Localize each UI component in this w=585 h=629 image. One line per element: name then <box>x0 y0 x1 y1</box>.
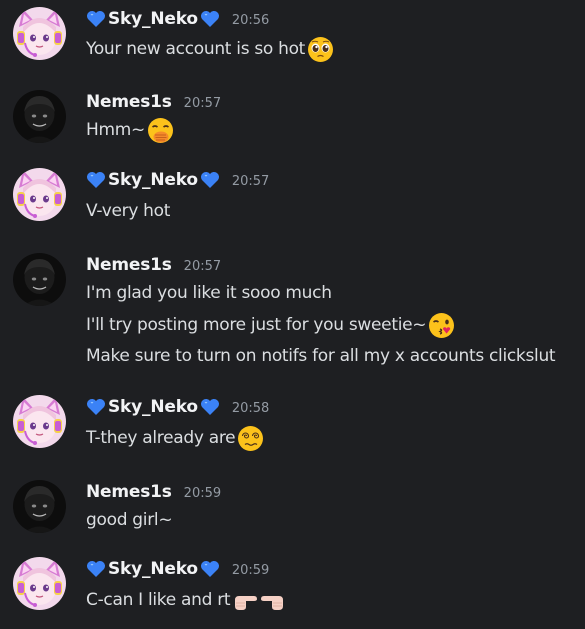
pleading-face-emoji <box>308 36 334 62</box>
blue-heart-icon <box>87 172 105 188</box>
avatar[interactable] <box>13 557 66 610</box>
message-content: good girl~ <box>86 510 173 530</box>
cat-ear-headset-avatar <box>13 395 66 448</box>
message-text: Your new account is so hot <box>86 36 334 62</box>
message-header: Sky_Neko 20:57 <box>86 168 269 192</box>
avatar[interactable] <box>13 480 66 533</box>
kissing-face-emoji <box>429 312 455 338</box>
message-text: I'll try posting more just for you sweet… <box>86 312 455 338</box>
message-text: Make sure to turn on notifs for all my x… <box>86 343 556 369</box>
chat-message-list: Sky_Neko 20:56 Your new account is so ho… <box>0 0 585 629</box>
message-text: C-can I like and rt <box>86 587 286 613</box>
blue-heart-icon <box>200 11 219 27</box>
blue-heart-icon <box>87 561 105 577</box>
message-content: C-can I like and rt <box>86 590 231 610</box>
blue-heart-icon <box>87 11 105 27</box>
username[interactable]: Sky_Neko <box>108 170 198 190</box>
message-content: V-very hot <box>86 201 171 221</box>
timestamp[interactable]: 20:57 <box>184 259 221 274</box>
avatar[interactable] <box>13 7 66 60</box>
dark-avatar <box>13 480 66 533</box>
dark-avatar <box>13 90 66 143</box>
username[interactable]: Nemes1s <box>86 482 172 502</box>
pointing-fingers-emoji <box>235 595 284 610</box>
message-header: Sky_Neko 20:58 <box>86 395 269 419</box>
dark-avatar <box>13 253 66 306</box>
blue-heart-icon <box>87 399 105 415</box>
avatar[interactable] <box>13 395 66 448</box>
message-text: T-they already are <box>86 425 264 451</box>
timestamp[interactable]: 20:58 <box>232 401 269 416</box>
timestamp[interactable]: 20:59 <box>184 486 221 501</box>
timestamp[interactable]: 20:59 <box>232 563 269 578</box>
avatar[interactable] <box>13 253 66 306</box>
message-header: Sky_Neko 20:56 <box>86 7 269 31</box>
blue-heart-icon <box>200 399 219 415</box>
timestamp[interactable]: 20:57 <box>232 174 269 189</box>
message-text: V-very hot <box>86 198 170 224</box>
hand-over-mouth-emoji <box>147 117 173 143</box>
message-header: Nemes1s 20:59 <box>86 480 221 504</box>
message-content: I'll try posting more just for you sweet… <box>86 315 427 335</box>
message-text: Hmm~ <box>86 117 174 143</box>
message-content: I'm glad you like it sooo much <box>86 283 332 303</box>
message-content: Hmm~ <box>86 120 145 140</box>
message-header: Nemes1s 20:57 <box>86 90 221 114</box>
message-text: I'm glad you like it sooo much <box>86 280 332 306</box>
username[interactable]: Sky_Neko <box>108 559 198 579</box>
avatar[interactable] <box>13 90 66 143</box>
message-content: T-they already are <box>86 428 236 448</box>
username[interactable]: Nemes1s <box>86 92 172 112</box>
cat-ear-headset-avatar <box>13 557 66 610</box>
username[interactable]: Sky_Neko <box>108 9 198 29</box>
message-content: Make sure to turn on notifs for all my x… <box>86 346 556 366</box>
username[interactable]: Nemes1s <box>86 255 172 275</box>
blue-heart-icon <box>200 172 219 188</box>
timestamp[interactable]: 20:56 <box>232 13 269 28</box>
message-header: Nemes1s 20:57 <box>86 253 221 277</box>
username[interactable]: Sky_Neko <box>108 397 198 417</box>
cat-ear-headset-avatar <box>13 7 66 60</box>
woozy-dizzy-face-emoji <box>238 425 264 451</box>
cat-ear-headset-avatar <box>13 168 66 221</box>
avatar[interactable] <box>13 168 66 221</box>
message-content: Your new account is so hot <box>86 39 306 59</box>
timestamp[interactable]: 20:57 <box>184 96 221 111</box>
message-header: Sky_Neko 20:59 <box>86 557 269 581</box>
message-text: good girl~ <box>86 507 173 533</box>
blue-heart-icon <box>200 561 219 577</box>
